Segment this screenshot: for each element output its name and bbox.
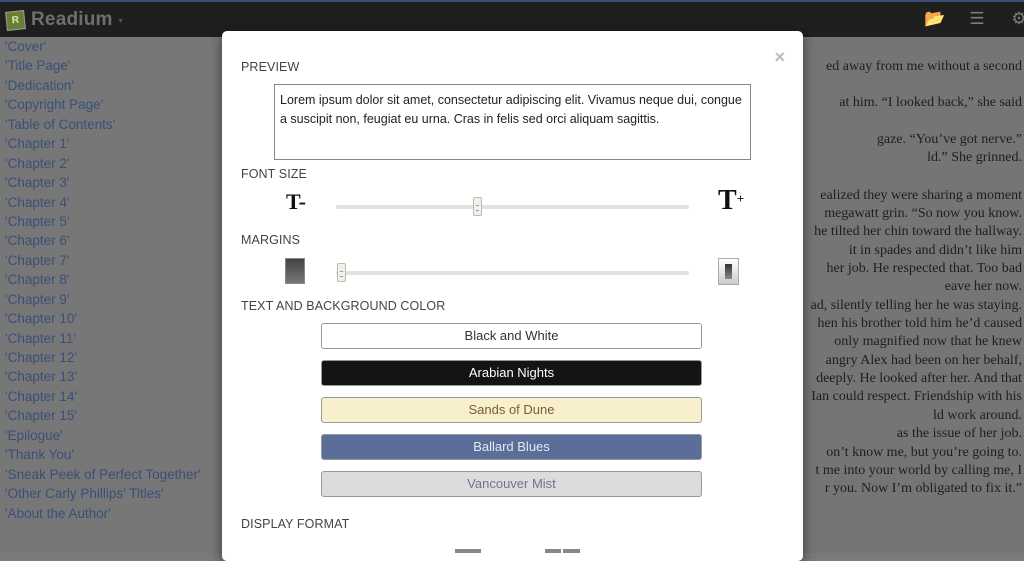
toc-item[interactable]: 'Chapter 12' — [0, 348, 230, 367]
toc-item[interactable]: 'Chapter 11' — [0, 329, 230, 348]
toc-item[interactable]: 'Dedication' — [0, 76, 230, 95]
reader-text-line: eave her now. — [944, 279, 1022, 294]
increase-font-icon[interactable]: T+ — [718, 185, 744, 217]
font-size-label: FONT SIZE — [241, 167, 307, 181]
close-icon[interactable]: × — [774, 47, 785, 67]
reader-text-line: hen his brother told him he’d caused — [817, 316, 1022, 331]
reader-text-line: ed away from me without a second — [826, 59, 1022, 74]
reader-text-line: it in spades and didn’t like him — [848, 243, 1022, 258]
font-size-slider-track[interactable] — [336, 205, 689, 209]
reader-text-line: ld work around. — [932, 408, 1022, 423]
list-icon[interactable]: ☰ — [966, 9, 988, 28]
theme-button[interactable]: Arabian Nights — [321, 360, 702, 386]
display-format-label: DISPLAY FORMAT — [241, 517, 350, 531]
reader-text-line: deeply. He looked after her. And that — [816, 371, 1022, 386]
app-logo[interactable]: R Readium ▾ — [5, 9, 123, 31]
reader-text-line: gaze. “You’ve got nerve.” — [876, 132, 1022, 147]
two-page-format-icon-right[interactable] — [563, 549, 580, 553]
toc-item[interactable]: 'Chapter 1' — [0, 134, 230, 153]
font-size-slider-handle[interactable] — [473, 197, 483, 216]
toc-item[interactable]: 'Chapter 3' — [0, 173, 230, 192]
toc-item[interactable]: 'Thank You' — [0, 445, 230, 464]
theme-button[interactable]: Black and White — [321, 323, 702, 349]
readium-logo-icon: R — [5, 9, 26, 31]
decrease-font-icon[interactable]: T- — [286, 189, 306, 215]
folder-icon[interactable]: 📂 — [924, 9, 946, 28]
reader-text-line: only magnified now that he knew — [834, 334, 1022, 349]
reader-text-line: ealized they were sharing a moment — [820, 188, 1022, 203]
toc-item[interactable]: 'Chapter 14' — [0, 387, 230, 406]
navbar-actions: 📂 ☰ ⚙ — [924, 9, 1024, 28]
two-page-format-icon-left[interactable] — [545, 549, 561, 553]
settings-dialog: × PREVIEW Lorem ipsum dolor sit amet, co… — [222, 31, 803, 561]
toc-item[interactable]: 'Chapter 13' — [0, 367, 230, 386]
color-label: TEXT AND BACKGROUND COLOR — [241, 299, 446, 313]
gear-icon[interactable]: ⚙ — [1008, 9, 1024, 28]
theme-button[interactable]: Vancouver Mist — [321, 471, 702, 497]
margins-label: MARGINS — [241, 233, 301, 247]
app-name: Readium — [31, 9, 113, 30]
font-size-row: T- T+ — [222, 185, 803, 221]
toc-item[interactable]: 'Cover' — [0, 37, 230, 56]
margins-slider-track[interactable] — [336, 271, 689, 275]
wide-margin-icon[interactable] — [718, 258, 739, 285]
toc-item[interactable]: 'Sneak Peek of Perfect Together' — [0, 465, 230, 484]
reader-content: ed away from me without a second at him. … — [800, 37, 1024, 553]
toc-item[interactable]: 'Chapter 9' — [0, 290, 230, 309]
theme-button[interactable]: Sands of Dune — [321, 397, 702, 423]
margins-row — [222, 257, 803, 287]
reader-text-line: on’t know me, but you’re going to. — [826, 445, 1022, 460]
reader-text-line: her job. He respected that. Too bad — [826, 261, 1022, 276]
toc-item[interactable]: 'Chapter 10' — [0, 309, 230, 328]
toc-item[interactable]: 'About the Author' — [0, 504, 230, 523]
toc-item[interactable]: 'Chapter 15' — [0, 406, 230, 425]
toc-item[interactable]: 'Chapter 7' — [0, 251, 230, 270]
toc-item[interactable]: 'Other Carly Phillips' Titles' — [0, 484, 230, 503]
toc-item[interactable]: 'Title Page' — [0, 56, 230, 75]
toc-item[interactable]: 'Chapter 8' — [0, 270, 230, 289]
toc-item[interactable]: 'Chapter 5' — [0, 212, 230, 231]
reader-text-line: ad, silently telling her he was staying. — [810, 298, 1022, 313]
reader-text-line: megawatt grin. “So now you know. — [824, 206, 1022, 221]
reader-text-line: angry Alex had been on her behalf, — [825, 353, 1022, 368]
preview-text: Lorem ipsum dolor sit amet, consectetur … — [274, 84, 751, 160]
narrow-margin-icon[interactable] — [285, 258, 305, 284]
reader-text-line: t me into your world by calling me, I — [815, 463, 1022, 478]
margins-slider-handle[interactable] — [337, 263, 346, 282]
reader-text-line: Ian could respect. Friendship with his — [811, 389, 1022, 404]
table-of-contents: 'Cover' 'Title Page' 'Dedication' 'Copyrigh… — [0, 37, 230, 553]
reader-text-line: as the issue of her job. — [896, 426, 1022, 441]
single-page-format-icon[interactable] — [455, 549, 481, 553]
toc-item[interactable]: 'Copyright Page' — [0, 95, 230, 114]
preview-label: PREVIEW — [241, 60, 300, 74]
theme-button[interactable]: Ballard Blues — [321, 434, 702, 460]
toc-item[interactable]: 'Chapter 6' — [0, 231, 230, 250]
toc-item[interactable]: 'Chapter 4' — [0, 193, 230, 212]
reader-text-line: he tilted her chin toward the hallway. — [814, 224, 1022, 239]
reader-text-line: ld.” She grinned. — [927, 150, 1022, 165]
reader-text-line: r you. Now I’m obligated to fix it.” — [824, 481, 1022, 496]
caret-down-icon: ▾ — [118, 15, 123, 25]
toc-item[interactable]: 'Table of Contents' — [0, 115, 230, 134]
toc-item[interactable]: 'Chapter 2' — [0, 154, 230, 173]
reader-text-line: at him. “I looked back,” she said — [839, 95, 1022, 110]
toc-item[interactable]: 'Epilogue' — [0, 426, 230, 445]
